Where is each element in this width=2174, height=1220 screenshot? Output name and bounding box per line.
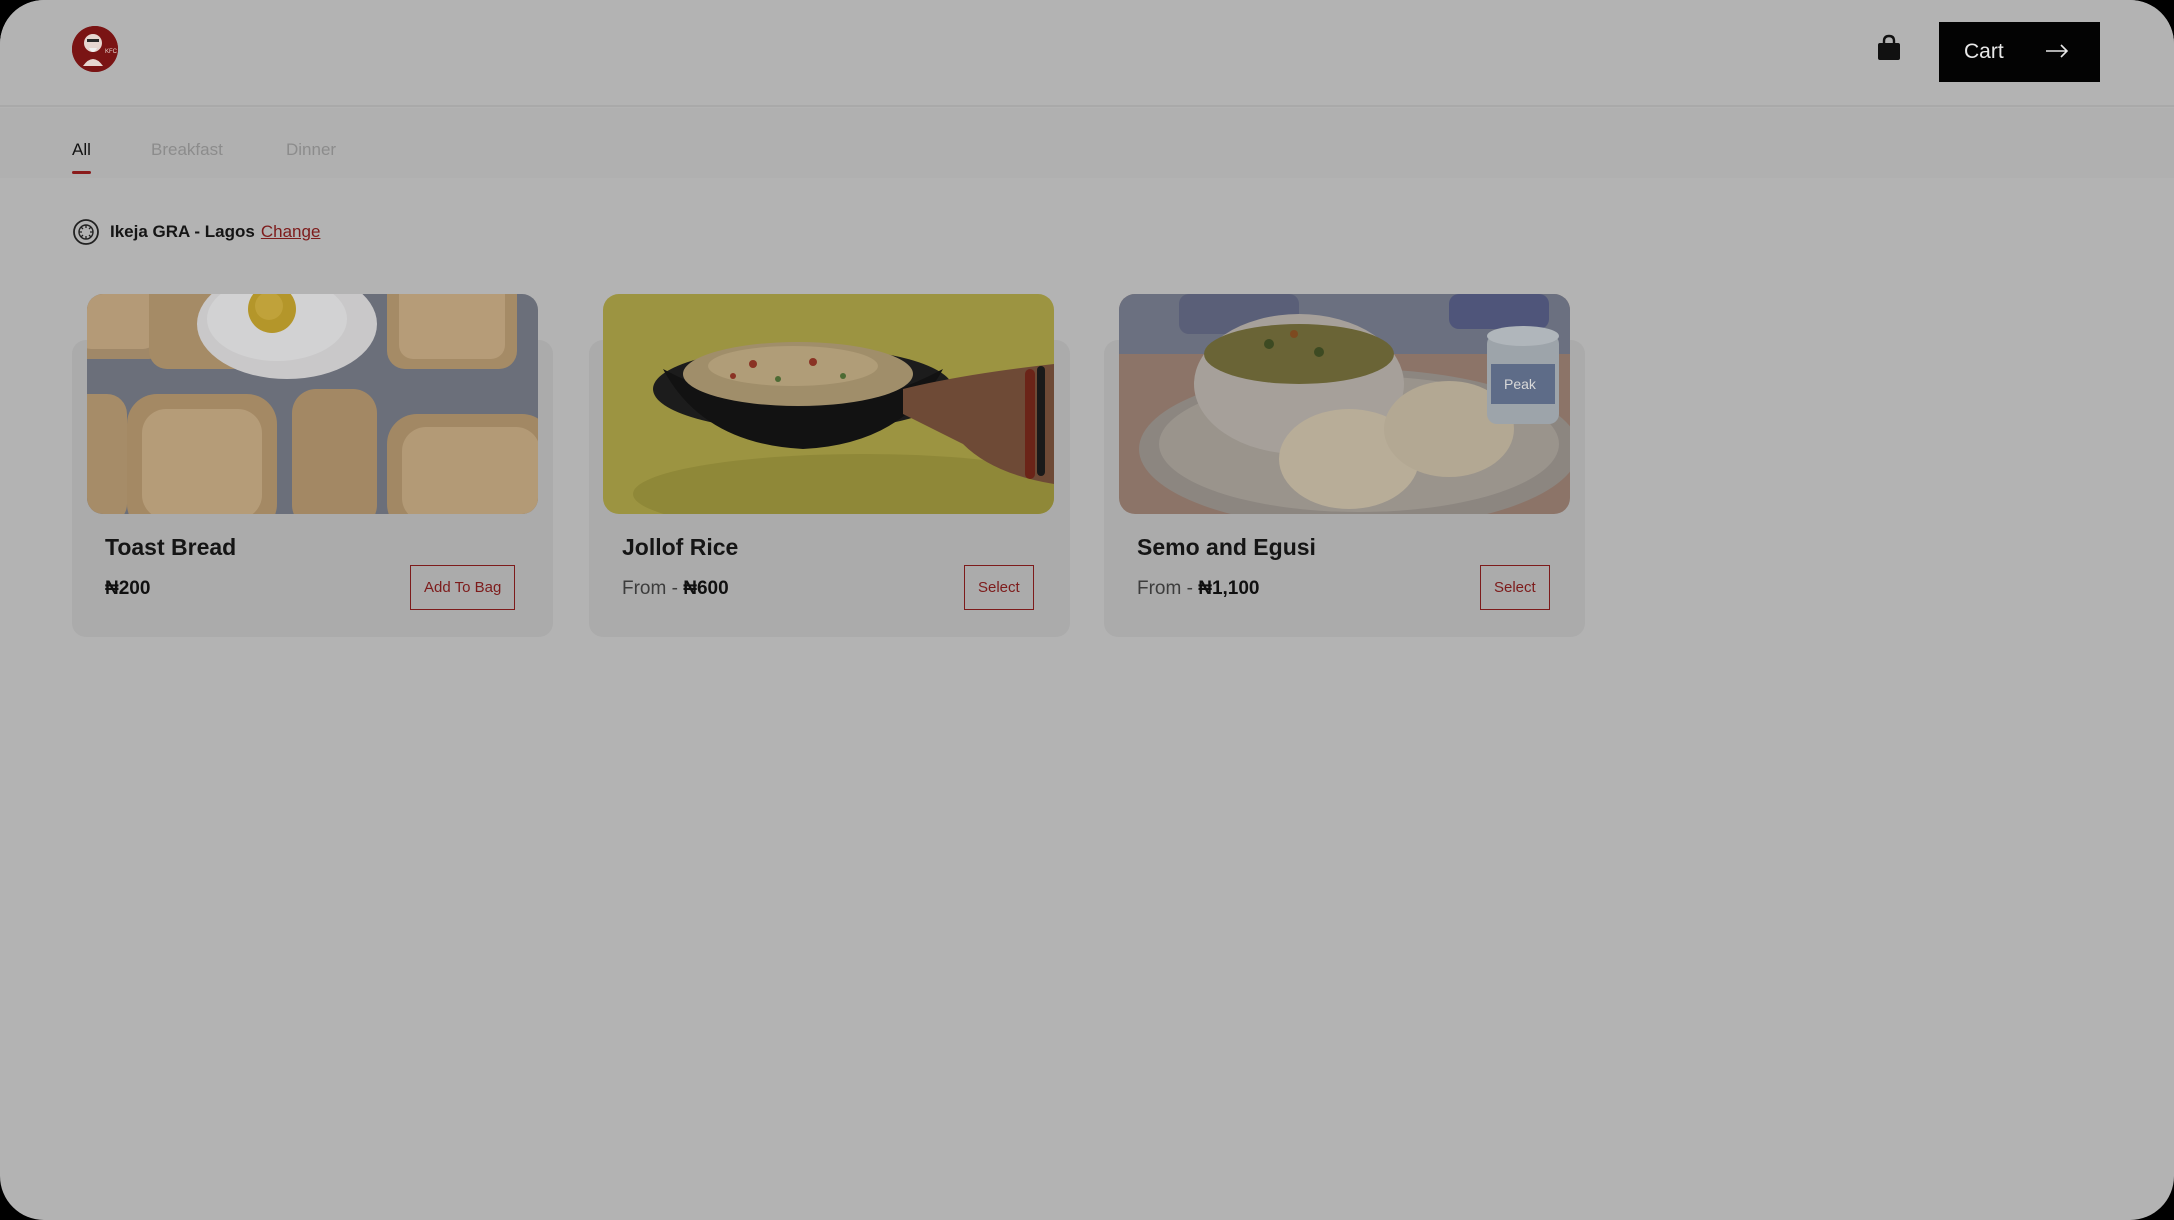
product-price: From - ₦1,100 [1137, 578, 1260, 600]
add-to-bag-button[interactable]: Add To Bag [410, 565, 516, 610]
cart-button-label: Cart [1964, 40, 2004, 63]
app-screen: KFC Cart All Breakfast Dinner Ikeja GRA … [0, 0, 2174, 1220]
product-price: From - ₦600 [622, 578, 729, 600]
product-title: Jollof Rice [622, 534, 739, 560]
price-prefix: From - [1137, 578, 1199, 599]
tab-all[interactable]: All [72, 140, 91, 174]
kfc-logo-icon[interactable]: KFC [72, 26, 118, 72]
price-value: ₦200 [105, 578, 151, 599]
location-pin-icon [73, 219, 99, 245]
product-title: Semo and Egusi [1137, 534, 1316, 560]
svg-text:Peak: Peak [1504, 376, 1537, 392]
select-button[interactable]: Select [1480, 565, 1550, 610]
svg-text:KFC: KFC [105, 49, 118, 55]
top-header: KFC Cart [0, 0, 2174, 107]
tab-breakfast[interactable]: Breakfast [151, 140, 223, 160]
jollof-rice-image [603, 294, 1054, 514]
shopping-bag-icon[interactable] [1876, 34, 1902, 62]
store-location: Ikeja GRA - Lagos Change [72, 218, 320, 246]
cart-button[interactable]: Cart [1939, 22, 2100, 82]
product-price: ₦200 [105, 578, 150, 600]
price-value: ₦1,100 [1198, 578, 1260, 599]
price-prefix: From - [622, 578, 684, 599]
price-value: ₦600 [683, 578, 729, 599]
product-title: Toast Bread [105, 534, 237, 560]
category-tabs: All Breakfast Dinner [0, 108, 2174, 178]
arrow-right-icon [2046, 44, 2069, 58]
select-button[interactable]: Select [964, 565, 1034, 610]
semo-and-egusi-image: Peak [1119, 294, 1570, 514]
location-name: Ikeja GRA - Lagos [110, 222, 255, 241]
toast-bread-image [87, 294, 538, 514]
tab-dinner[interactable]: Dinner [286, 140, 336, 160]
change-location-link[interactable]: Change [261, 222, 321, 242]
